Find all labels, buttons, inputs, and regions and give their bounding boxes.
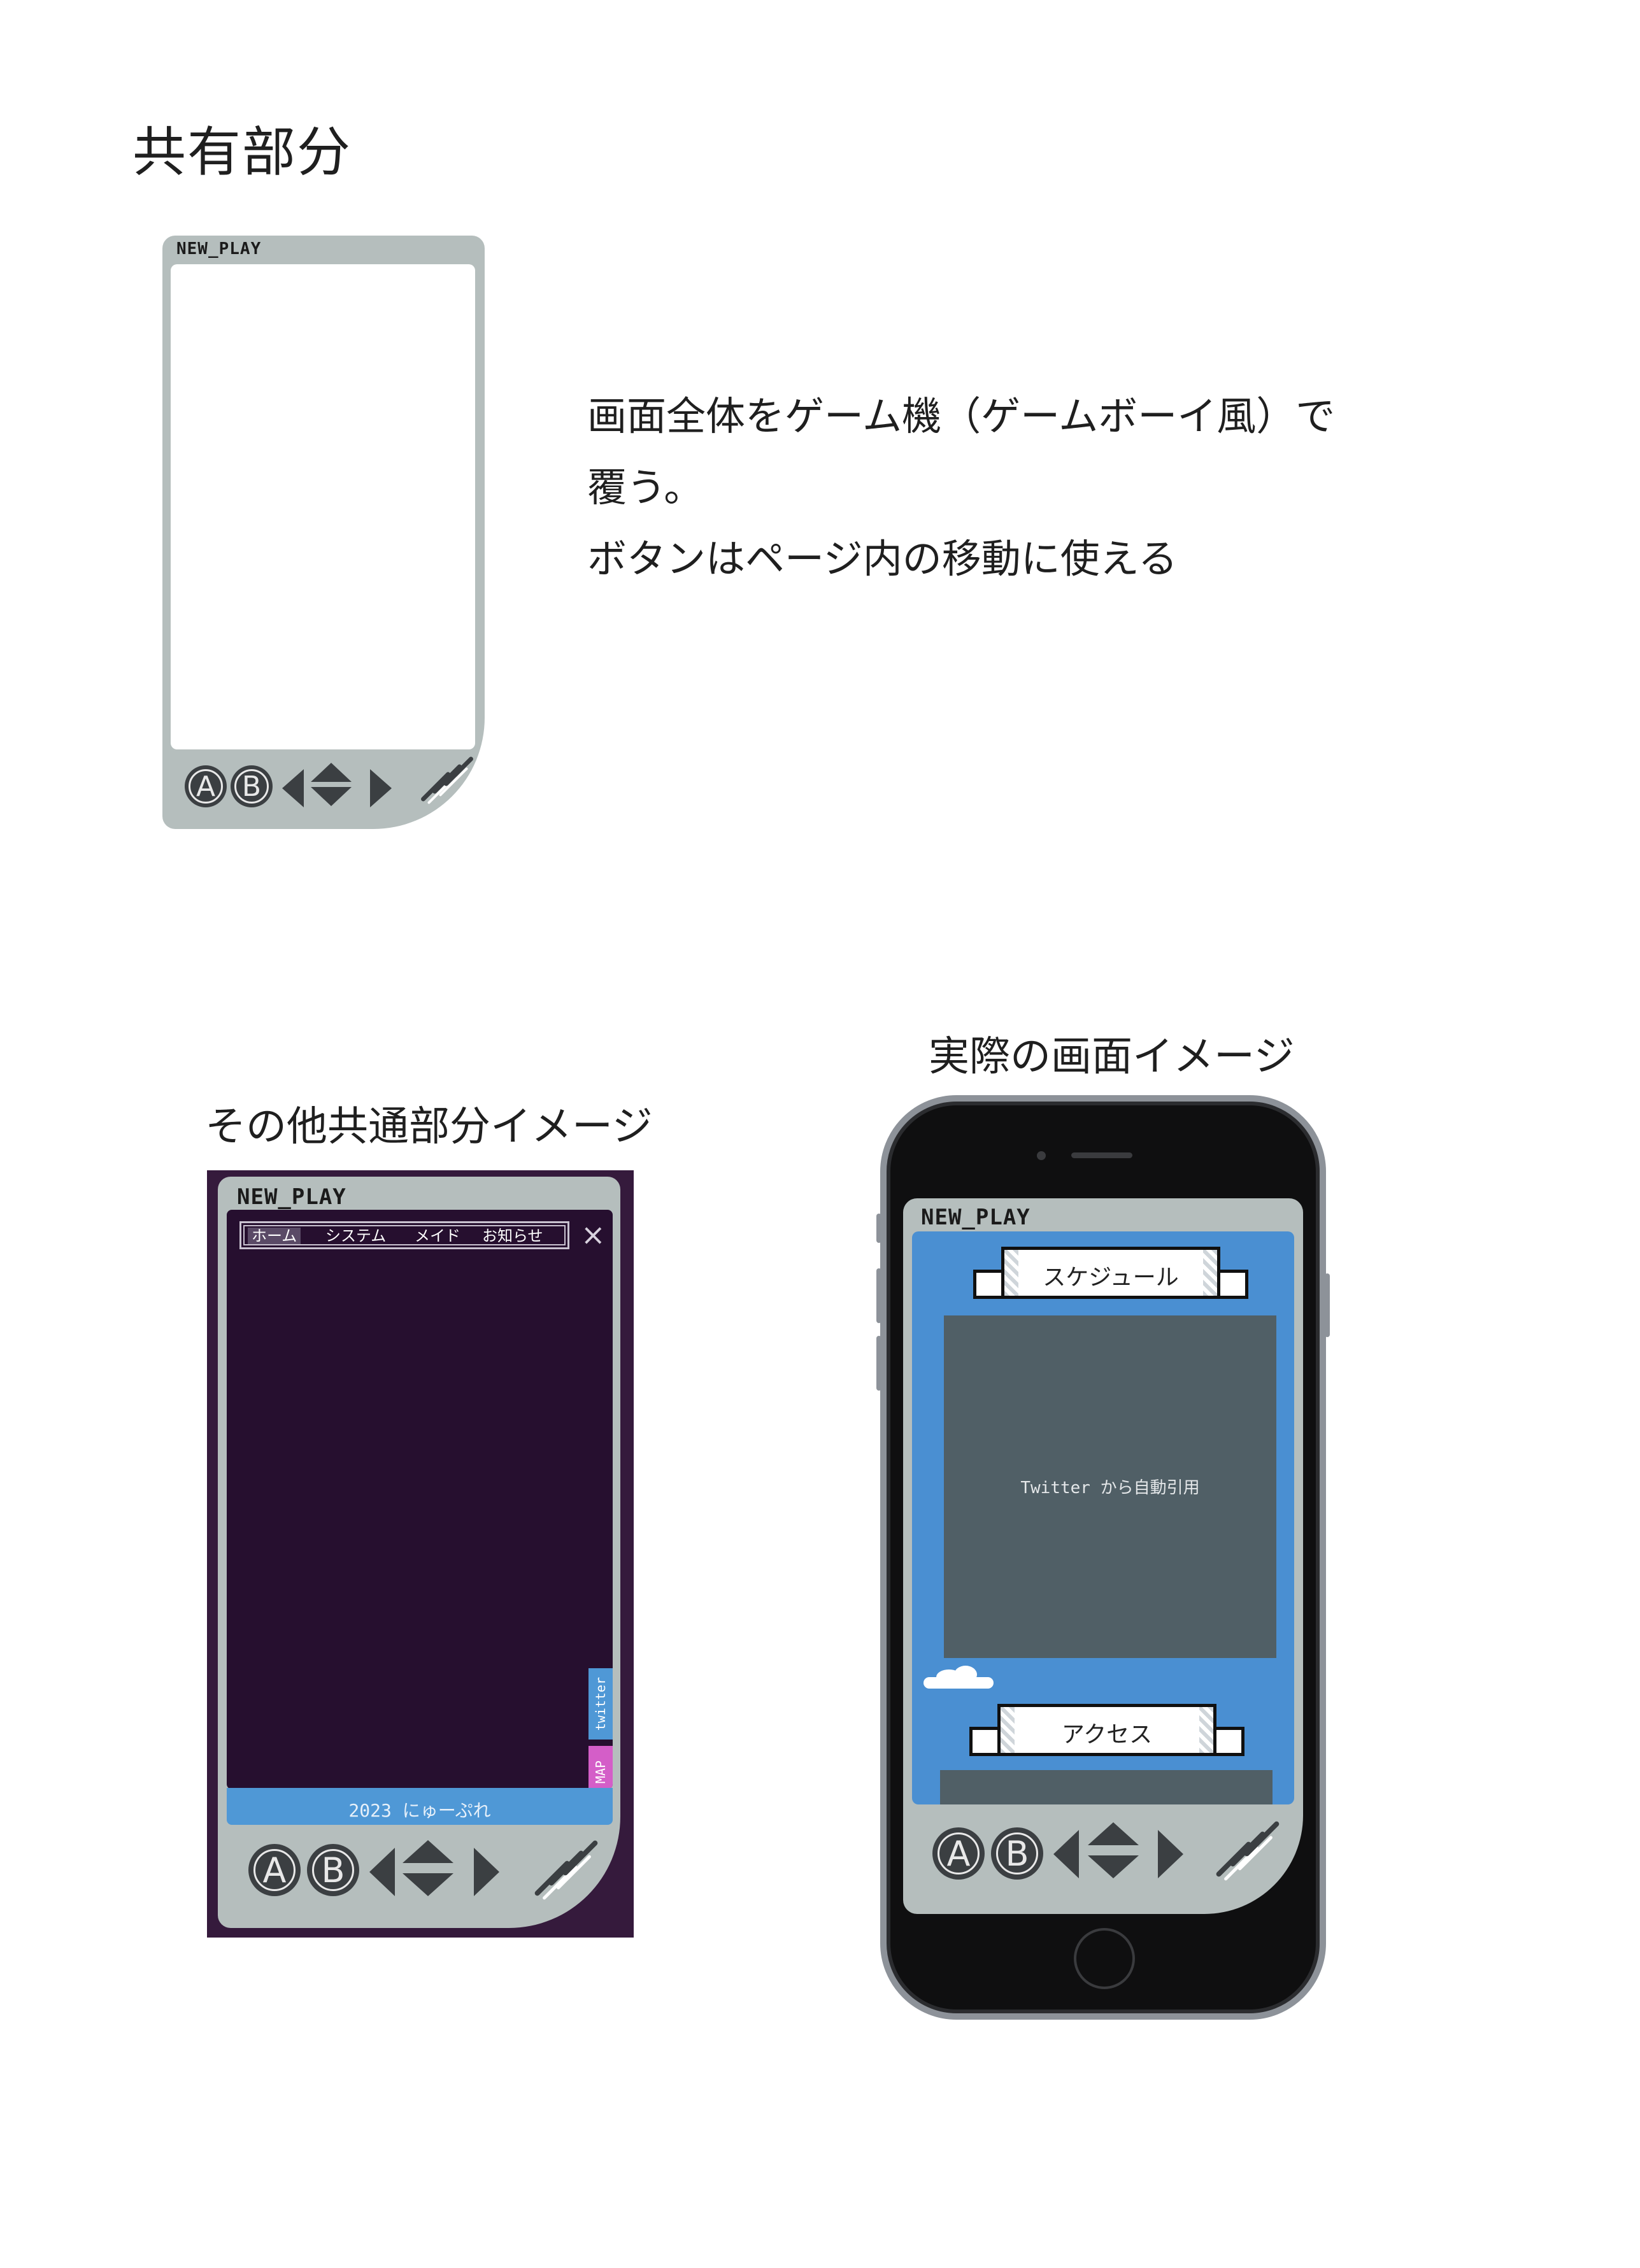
caption-other: その他共通部分イメージ [205, 1103, 653, 1151]
description: 画面全体をゲーム機（ゲームボーイ風）で 覆う。 ボタンはページ内の移動に使える [587, 381, 1335, 595]
b-button[interactable]: B [307, 1844, 359, 1896]
a-button[interactable]: A [932, 1827, 985, 1880]
b-button[interactable]: B [231, 765, 273, 807]
phone-speaker [1071, 1152, 1132, 1158]
dpad-up-icon[interactable] [1088, 1822, 1139, 1845]
dpad-up-icon[interactable] [403, 1840, 453, 1863]
nav-bar: ホーム システム メイド お知らせ [239, 1221, 569, 1249]
description-line: 画面全体をゲーム機（ゲームボーイ風）で [587, 393, 1336, 439]
nav-item-system[interactable]: システム [325, 1228, 386, 1244]
screen-dark: ホーム システム メイド お知らせ × twitter MAP [227, 1210, 613, 1789]
dpad-right-icon[interactable] [1158, 1830, 1183, 1878]
cloud-icon [923, 1666, 994, 1691]
footer-text: 2023 にゅーぷれ [348, 1800, 491, 1821]
dpad-left-icon[interactable] [282, 769, 304, 807]
a-button[interactable]: A [248, 1844, 301, 1896]
nav-item-news[interactable]: お知らせ [482, 1228, 543, 1244]
description-line: ボタンはページ内の移動に使える [587, 535, 1178, 582]
banner-label: アクセス [1061, 1722, 1153, 1748]
screen-actual: スケジュール Twitter から自動引用 アクセス [912, 1231, 1294, 1804]
dpad-down-icon[interactable] [311, 787, 352, 806]
logo: NEW_PLAY [237, 1184, 346, 1210]
banner-schedule: スケジュール [973, 1244, 1248, 1305]
b-button[interactable]: B [991, 1827, 1043, 1880]
dpad-left-icon[interactable] [1053, 1830, 1079, 1878]
access-content-placeholder [940, 1770, 1273, 1804]
logo: NEW_PLAY [176, 239, 262, 259]
screen-blank [171, 264, 475, 749]
map-tab[interactable]: MAP [588, 1746, 613, 1789]
a-button[interactable]: A [185, 765, 227, 807]
gameboy-frame-dark: NEW_PLAY ホーム システム メイド お知らせ × twitter MAP… [218, 1177, 620, 1928]
gameboy-frame-blank: NEW_PLAY A B [162, 236, 485, 829]
gameboy-frame-actual: NEW_PLAY スケジュール Twitter から自動引用 アクセス A B [903, 1198, 1303, 1914]
nav-item-home[interactable]: ホーム [248, 1228, 301, 1244]
logo: NEW_PLAY [921, 1205, 1030, 1230]
dpad-down-icon[interactable] [403, 1873, 453, 1896]
dpad-right-icon[interactable] [474, 1848, 499, 1896]
banner-access: アクセス [969, 1701, 1244, 1762]
description-line: 覆う。 [587, 464, 704, 511]
close-icon[interactable]: × [581, 1219, 606, 1251]
dpad-right-icon[interactable] [370, 769, 392, 807]
banner-label: スケジュール [1043, 1265, 1179, 1291]
nav-item-maid[interactable]: メイド [415, 1228, 460, 1244]
dpad-left-icon[interactable] [369, 1848, 395, 1896]
placeholder-text: Twitter から自動引用 [1020, 1478, 1200, 1498]
dpad-down-icon[interactable] [1088, 1855, 1139, 1878]
twitter-tab[interactable]: twitter [588, 1668, 613, 1740]
dpad-up-icon[interactable] [311, 763, 352, 782]
caption-actual: 実際の画面イメージ [929, 1033, 1295, 1081]
section-title: 共有部分 [132, 121, 352, 183]
phone-camera [1037, 1151, 1046, 1160]
phone-home-button[interactable] [1074, 1928, 1135, 1989]
twitter-embed-placeholder: Twitter から自動引用 [944, 1315, 1276, 1658]
footer-bar: 2023 にゅーぷれ [227, 1788, 613, 1825]
